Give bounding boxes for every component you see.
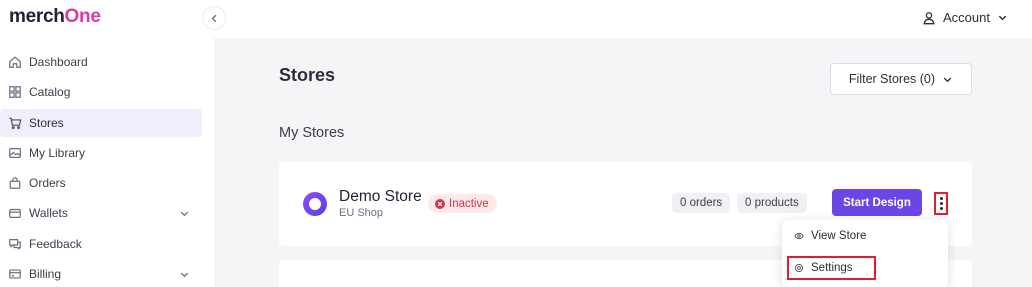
sidebar-item-label: Orders (29, 176, 66, 190)
products-count-chip: 0 products (737, 193, 807, 213)
account-label: Account (943, 10, 990, 25)
account-menu-button[interactable]: Account (922, 10, 1008, 25)
sidebar-item-orders[interactable]: Orders (0, 169, 202, 197)
orders-count-chip: 0 orders (672, 193, 731, 213)
main-content: Stores Filter Stores (0) My Stores Demo … (214, 38, 1032, 287)
settings-highlight (787, 256, 876, 280)
sidebar-item-feedback[interactable]: Feedback (0, 230, 202, 258)
sidebar-item-label: My Library (29, 146, 86, 160)
top-bar: Account (214, 0, 1032, 38)
chevron-down-icon (942, 74, 953, 85)
sidebar-item-label: Catalog (29, 85, 71, 99)
page-title: Stores (279, 65, 336, 85)
store-subtitle: EU Shop (339, 207, 384, 219)
x-circle-icon (435, 198, 445, 209)
sidebar-item-stores[interactable]: Stores (0, 109, 202, 137)
sidebar-item-label: Stores (29, 116, 64, 130)
chevron-down-icon (179, 269, 190, 280)
start-design-button[interactable]: Start Design (832, 189, 922, 216)
chat-icon (8, 237, 22, 251)
logo-accent-text: One (64, 6, 101, 27)
chevron-left-icon (209, 13, 220, 24)
wallet-icon (8, 206, 22, 220)
status-badge: Inactive (428, 194, 497, 213)
collapse-sidebar-button[interactable] (202, 6, 226, 30)
sidebar-item-billing[interactable]: Billing (0, 260, 202, 287)
store-name[interactable]: Demo Store (339, 188, 422, 206)
sidebar-item-catalog[interactable]: Catalog (0, 78, 202, 106)
menu-item-view-store[interactable]: View Store (782, 224, 948, 248)
home-icon (8, 55, 22, 69)
image-icon (8, 146, 22, 160)
filter-stores-label: Filter Stores (0) (848, 72, 936, 86)
sidebar-item-label: Feedback (29, 237, 82, 251)
filter-stores-button[interactable]: Filter Stores (0) (830, 63, 972, 95)
grid-icon (8, 85, 22, 99)
store-logo (303, 192, 327, 216)
cart-icon (8, 116, 22, 130)
chevron-down-icon (179, 208, 190, 219)
bag-icon (8, 176, 22, 190)
sidebar-item-label: Dashboard (29, 55, 88, 69)
logo[interactable]: merchOne (9, 6, 101, 28)
logo-text: merch (9, 6, 65, 27)
sidebar-item-my-library[interactable]: My Library (0, 139, 202, 167)
store-options-menu: View Store Settings (782, 220, 948, 287)
menu-item-label: View Store (811, 230, 867, 242)
sidebar-item-dashboard[interactable]: Dashboard (0, 48, 202, 76)
user-icon (922, 11, 936, 25)
sidebar-item-label: Billing (29, 267, 62, 281)
sidebar-item-label: Wallets (29, 206, 68, 220)
eye-icon (794, 231, 804, 241)
kebab-icon (939, 197, 943, 200)
more-options-button[interactable] (934, 192, 948, 215)
section-title: My Stores (279, 125, 345, 141)
sidebar-item-wallets[interactable]: Wallets (0, 199, 202, 227)
status-text: Inactive (449, 197, 489, 210)
chevron-down-icon (997, 12, 1008, 23)
sidebar: merchOne Dashboard Catalog Stores My Lib… (0, 0, 214, 287)
credit-card-icon (8, 267, 22, 281)
